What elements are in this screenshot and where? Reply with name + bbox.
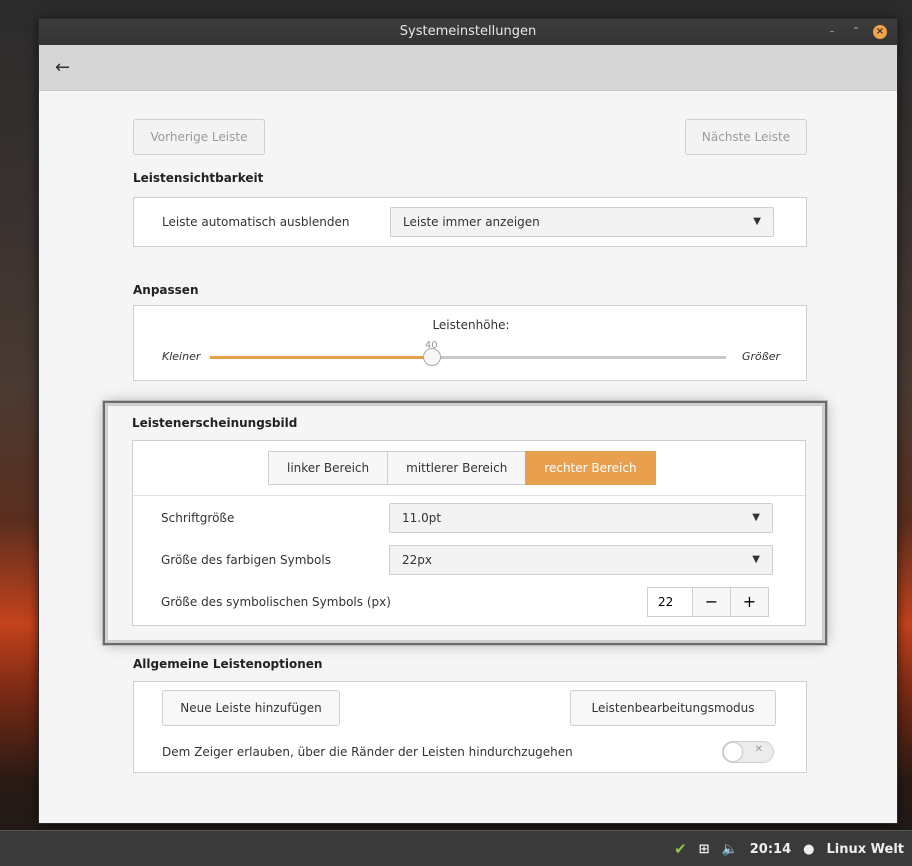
symbolic-icon-size-value[interactable]: 22 xyxy=(648,588,692,616)
close-icon[interactable]: × xyxy=(873,25,887,39)
color-icon-size-select[interactable]: 22px ▼ xyxy=(389,545,773,575)
desktop-wallpaper-left xyxy=(0,0,40,830)
appearance-card: linker Bereich mittlerer Bereich rechter… xyxy=(132,440,807,626)
font-size-select[interactable]: 11.0pt ▼ xyxy=(389,503,773,533)
window-title: Systemeinstellungen xyxy=(399,24,537,39)
increment-button[interactable]: + xyxy=(730,588,768,616)
symbolic-icon-size-stepper: 22 − + xyxy=(647,587,769,617)
next-panel-button[interactable]: Nächste Leiste xyxy=(685,119,807,155)
desktop-wallpaper-right xyxy=(898,0,912,830)
divider xyxy=(133,495,807,496)
tab-left-area[interactable]: linker Bereich xyxy=(268,451,389,485)
height-min-label: Kleiner xyxy=(162,350,201,363)
previous-panel-button[interactable]: Vorherige Leiste xyxy=(133,119,265,155)
system-tray: ✔ ⊞ 🔈 20:14 ● Linux Welt xyxy=(674,831,904,866)
tab-middle-area[interactable]: mittlerer Bereich xyxy=(387,451,527,485)
height-slider-fill xyxy=(210,356,432,359)
add-panel-button[interactable]: Neue Leiste hinzufügen xyxy=(162,690,340,726)
symbolic-icon-size-label: Größe des symbolischen Symbols (px) xyxy=(161,595,391,609)
decrement-button[interactable]: − xyxy=(692,588,730,616)
chevron-down-icon: ▼ xyxy=(753,216,761,227)
chevron-down-icon: ▼ xyxy=(752,512,760,523)
height-max-label: Größer xyxy=(742,350,780,363)
height-slider-handle[interactable] xyxy=(422,348,441,366)
pointer-pass-label: Dem Zeiger erlauben, über die Ränder der… xyxy=(162,745,573,759)
appearance-heading: Leistenerscheinungsbild xyxy=(132,416,298,430)
chevron-down-icon: ▼ xyxy=(752,554,760,565)
toolbar: ← xyxy=(39,45,897,91)
visibility-card: Leiste automatisch ausblenden Leiste imm… xyxy=(133,197,807,247)
autohide-select[interactable]: Leiste immer anzeigen ▼ xyxy=(390,207,774,237)
user-icon[interactable]: ● xyxy=(803,842,814,857)
back-arrow-icon[interactable]: ← xyxy=(55,57,70,78)
bottom-panel: ✔ ⊞ 🔈 20:14 ● Linux Welt xyxy=(0,830,912,866)
customize-card: Leistenhöhe: Kleiner Größer 40 xyxy=(133,305,807,381)
font-size-label: Schriftgröße xyxy=(161,511,235,525)
font-size-value: 11.0pt xyxy=(402,511,442,525)
title-bar: Systemeinstellungen – ⌃ × xyxy=(39,19,897,45)
shield-icon[interactable]: ✔ xyxy=(674,840,687,858)
area-tabs: linker Bereich mittlerer Bereich rechter… xyxy=(268,451,656,485)
tab-right-area[interactable]: rechter Bereich xyxy=(525,451,656,485)
customize-heading: Anpassen xyxy=(133,283,199,297)
color-icon-size-label: Größe des farbigen Symbols xyxy=(161,553,331,567)
minimize-icon[interactable]: – xyxy=(825,25,839,39)
network-icon[interactable]: ⊞ xyxy=(699,842,710,857)
toggle-knob xyxy=(724,743,742,761)
content-area: Vorherige Leiste Nächste Leiste Leistens… xyxy=(39,91,897,823)
height-label: Leistenhöhe: xyxy=(432,318,510,332)
toggle-off-icon: ✕ xyxy=(754,744,763,755)
settings-window: Systemeinstellungen – ⌃ × ← Vorherige Le… xyxy=(38,18,898,824)
maximize-icon[interactable]: ⌃ xyxy=(849,25,863,39)
user-name[interactable]: Linux Welt xyxy=(826,842,904,857)
pointer-pass-toggle[interactable]: ✕ xyxy=(722,741,774,763)
clock[interactable]: 20:14 xyxy=(750,842,791,857)
visibility-heading: Leistensichtbarkeit xyxy=(133,171,264,185)
autohide-label: Leiste automatisch ausblenden xyxy=(162,215,350,229)
appearance-highlight-frame: Leistenerscheinungsbild linker Bereich m… xyxy=(103,401,827,645)
general-card: Neue Leiste hinzufügen Leistenbearbeitun… xyxy=(133,681,807,773)
autohide-value: Leiste immer anzeigen xyxy=(403,215,540,229)
general-heading: Allgemeine Leistenoptionen xyxy=(133,657,323,671)
edit-mode-button[interactable]: Leistenbearbeitungsmodus xyxy=(570,690,776,726)
color-icon-size-value: 22px xyxy=(402,553,432,567)
volume-icon[interactable]: 🔈 xyxy=(722,842,738,857)
